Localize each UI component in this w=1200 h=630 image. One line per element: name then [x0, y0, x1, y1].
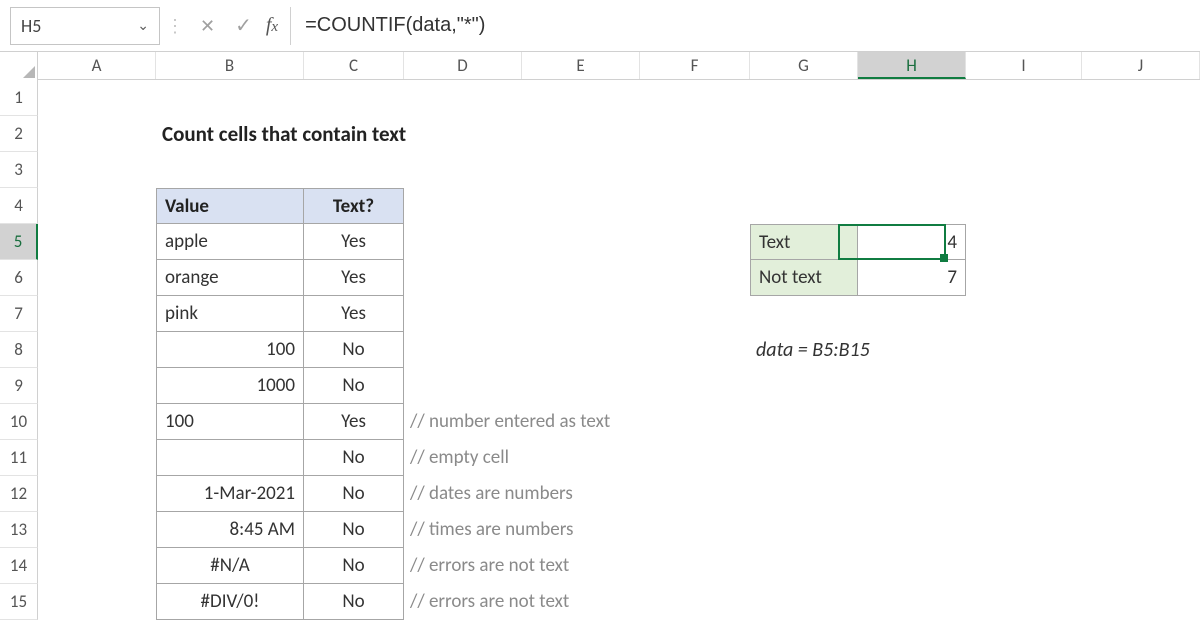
cell[interactable]	[404, 332, 522, 368]
cell[interactable]	[38, 404, 156, 440]
comment[interactable]: // dates are numbers	[404, 476, 522, 512]
row-header[interactable]: 4	[0, 188, 38, 224]
col-header-F[interactable]: F	[640, 52, 750, 79]
table-cell-text[interactable]: No	[304, 512, 404, 548]
col-header-J[interactable]: J	[1082, 52, 1200, 79]
comment[interactable]: // times are numbers	[404, 512, 522, 548]
row-header[interactable]: 7	[0, 296, 38, 332]
row-header[interactable]: 14	[0, 548, 38, 584]
formula-input[interactable]	[291, 7, 1190, 45]
col-header-H[interactable]: H	[858, 52, 966, 79]
row-header[interactable]: 3	[0, 152, 38, 188]
col-header-A[interactable]: A	[38, 52, 156, 79]
cell[interactable]	[38, 512, 156, 548]
row-header[interactable]: 5	[0, 224, 38, 260]
table-cell-value[interactable]: 1-Mar-2021	[156, 476, 304, 512]
cell[interactable]	[522, 224, 640, 260]
summary-label-nottext[interactable]: Not text	[750, 260, 858, 296]
table-cell-text[interactable]: No	[304, 548, 404, 584]
col-header-B[interactable]: B	[156, 52, 304, 79]
table-cell-text[interactable]: Yes	[304, 404, 404, 440]
cell[interactable]	[640, 224, 750, 260]
cell[interactable]	[38, 584, 156, 620]
cell[interactable]	[404, 260, 522, 296]
cell[interactable]	[38, 332, 156, 368]
table-cell-text[interactable]: Yes	[304, 296, 404, 332]
table-header-text[interactable]: Text?	[304, 188, 404, 224]
table-cell-value[interactable]	[156, 440, 304, 476]
col-header-I[interactable]: I	[966, 52, 1082, 79]
table-cell-value[interactable]: 1000	[156, 368, 304, 404]
name-box[interactable]: H5 ⌄	[10, 7, 160, 45]
accept-icon[interactable]: ✓	[225, 13, 262, 38]
table-cell-value[interactable]: orange	[156, 260, 304, 296]
summary-value-nottext[interactable]: 7	[858, 260, 966, 296]
row-header[interactable]: 15	[0, 584, 38, 620]
row-header[interactable]: 10	[0, 404, 38, 440]
cell[interactable]	[404, 224, 522, 260]
table-cell-text[interactable]: Yes	[304, 260, 404, 296]
table-cell-text[interactable]: No	[304, 332, 404, 368]
cell[interactable]	[38, 224, 156, 260]
summary-label-text[interactable]: Text	[750, 224, 858, 260]
cell[interactable]	[38, 476, 156, 512]
column-headers: A B C D E F G H I J	[0, 52, 1200, 80]
comment[interactable]: // empty cell	[404, 440, 522, 476]
cell[interactable]	[38, 368, 156, 404]
comment[interactable]: // number entered as text	[404, 404, 522, 440]
table-cell-value[interactable]: pink	[156, 296, 304, 332]
cell[interactable]	[38, 260, 156, 296]
row-header[interactable]: 11	[0, 440, 38, 476]
comment[interactable]: // errors are not text	[404, 548, 522, 584]
range-note[interactable]: data = B5:B15	[750, 332, 858, 368]
fx-icon[interactable]: fx	[262, 14, 284, 37]
summary-value-text[interactable]: 4	[858, 224, 966, 260]
comment[interactable]: // errors are not text	[404, 584, 522, 620]
row-header[interactable]: 9	[0, 368, 38, 404]
row-header[interactable]: 8	[0, 332, 38, 368]
row-header[interactable]: 1	[0, 80, 38, 116]
row-header[interactable]: 2	[0, 116, 38, 152]
row-header[interactable]: 12	[0, 476, 38, 512]
table-cell-text[interactable]: Yes	[304, 224, 404, 260]
table-cell-value[interactable]: apple	[156, 224, 304, 260]
table-cell-text[interactable]: No	[304, 476, 404, 512]
cell[interactable]	[38, 188, 156, 224]
cell[interactable]	[38, 548, 156, 584]
cell[interactable]	[640, 332, 750, 368]
cell[interactable]	[38, 116, 156, 152]
row-header[interactable]: 6	[0, 260, 38, 296]
row-header[interactable]: 13	[0, 512, 38, 548]
table-cell-value[interactable]: #DIV/0!	[156, 584, 304, 620]
sheet-grid[interactable]: 1 2 Count cells that contain text 3 4 Va…	[0, 80, 1200, 620]
name-box-value: H5	[21, 15, 133, 37]
col-header-C[interactable]: C	[304, 52, 404, 79]
col-header-G[interactable]: G	[750, 52, 858, 79]
cell[interactable]	[38, 440, 156, 476]
col-header-D[interactable]: D	[404, 52, 522, 79]
table-header-value[interactable]: Value	[156, 188, 304, 224]
table-cell-text[interactable]: No	[304, 440, 404, 476]
table-cell-value[interactable]: 100	[156, 332, 304, 368]
formula-bar: H5 ⌄ ⋮ ✕ ✓ fx	[0, 0, 1200, 52]
cell[interactable]	[640, 260, 750, 296]
col-header-E[interactable]: E	[522, 52, 640, 79]
page-title[interactable]: Count cells that contain text	[156, 116, 304, 152]
cell[interactable]	[38, 296, 156, 332]
cell[interactable]	[522, 260, 640, 296]
table-cell-value[interactable]: #N/A	[156, 548, 304, 584]
table-cell-text[interactable]: No	[304, 584, 404, 620]
cell[interactable]	[522, 332, 640, 368]
chevron-down-icon[interactable]: ⌄	[133, 17, 153, 34]
table-cell-value[interactable]: 8:45 AM	[156, 512, 304, 548]
separator: ⋮	[160, 15, 190, 37]
select-all-corner[interactable]	[0, 52, 38, 80]
table-cell-text[interactable]: No	[304, 368, 404, 404]
table-cell-value[interactable]: 100	[156, 404, 304, 440]
cancel-icon[interactable]: ✕	[190, 15, 225, 37]
